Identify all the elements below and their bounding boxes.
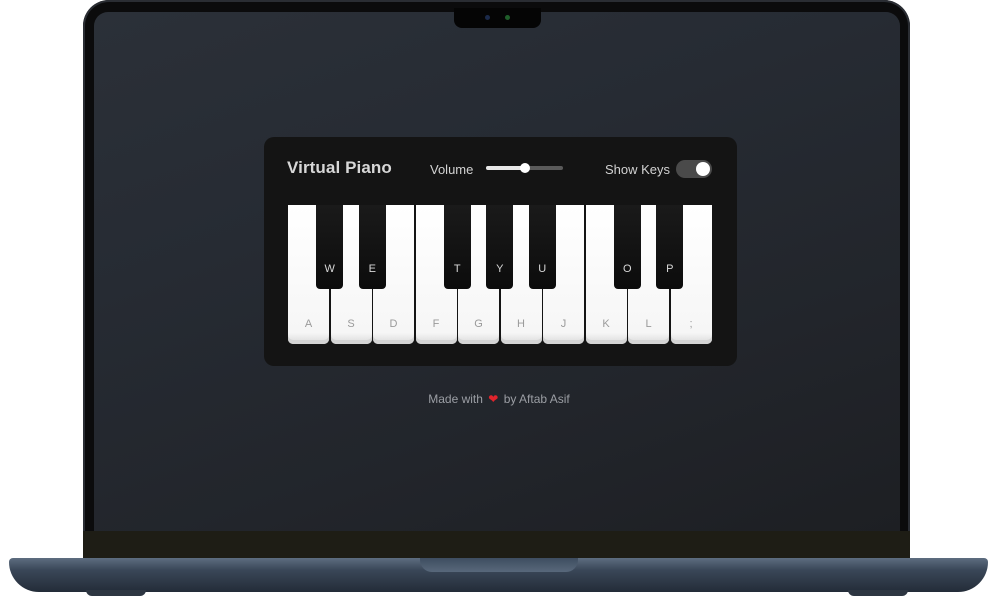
app-title: Virtual Piano [287,158,392,177]
footer-suffix: by Aftab Asif [503,392,570,406]
key-label: P [666,263,674,275]
black-key-y[interactable]: Y [486,205,514,289]
camera-led-icon [505,15,510,20]
key-label: ; [689,318,693,330]
footer-credit: Made with ❤ by Aftab Asif [0,392,998,406]
laptop-base-groove [420,558,578,572]
black-key-t[interactable]: T [443,205,471,289]
key-label: H [517,318,525,330]
volume-slider[interactable] [486,163,563,173]
key-label: O [622,263,632,275]
camera-lens-icon [485,15,490,20]
piano-panel: Virtual Piano Volume Show Keys A S D F G H J K L… [264,137,737,366]
key-label: J [560,318,567,330]
key-label: L [645,318,652,330]
key-label: K [602,318,610,330]
heart-icon: ❤ [488,392,499,406]
key-label: G [474,318,483,330]
key-label: A [304,318,313,330]
key-label: T [453,263,461,275]
key-label: D [389,318,398,330]
black-key-o[interactable]: O [613,205,641,289]
camera-notch [454,8,541,28]
key-label: S [347,318,355,330]
black-key-p[interactable]: P [656,205,684,289]
toggle-knob [696,162,710,176]
show-keys-toggle[interactable] [676,160,712,178]
footer-prefix: Made with [428,392,483,406]
key-label: E [368,263,376,275]
black-key-u[interactable]: U [528,205,556,289]
key-label: F [432,318,440,330]
volume-thumb[interactable] [519,163,530,173]
laptop-bezel-bottom [83,531,910,559]
volume-label: Volume [430,162,474,177]
volume-fill [486,166,525,170]
laptop-foot-left [86,590,146,596]
key-label: Y [496,263,504,275]
black-key-e[interactable]: E [358,205,386,289]
key-label: W [324,263,335,275]
laptop-foot-right [848,590,908,596]
piano-keyboard: A S D F G H J K L; W E T Y U O P [288,205,713,344]
key-label: U [538,263,547,275]
show-keys-label: Show Keys [605,162,671,177]
black-key-w[interactable]: W [316,205,344,289]
